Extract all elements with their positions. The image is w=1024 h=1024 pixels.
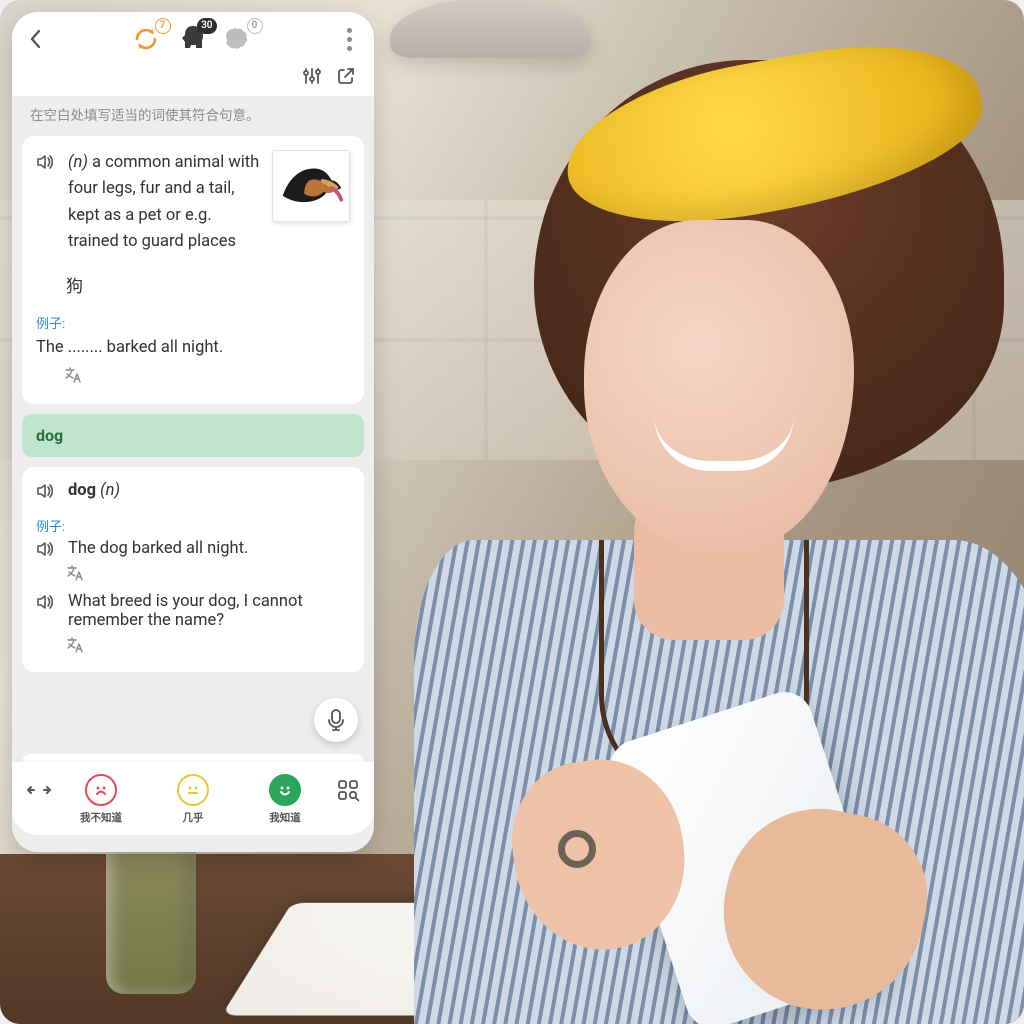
app-header: 7 30 0 [12,12,374,66]
definition: a common animal with four legs, fur and … [68,153,259,251]
mic-area [12,672,374,752]
word-heading: dog (n) [68,481,120,500]
back-button[interactable] [28,29,42,49]
microphone-button[interactable] [314,698,358,742]
part-of-speech: (n) [100,481,120,500]
rating-footer: 我不知道 几乎 我知道 [12,762,374,835]
rate-dont-know[interactable]: 我不知道 [72,774,130,825]
question-card: (n) a common animal with four legs, fur … [22,136,364,404]
grid-search-icon[interactable] [336,778,360,802]
settings-sliders-icon[interactable] [302,66,322,86]
rate-label: 几乎 [183,810,204,825]
sub-toolbar [12,66,374,96]
person-with-phone [344,70,1024,970]
instruction-text: 在空白处填写适当的词使其符合句意。 [12,96,374,136]
refresh-badge: 7 [155,18,171,34]
definition-text: (n) a common animal with four legs, fur … [68,150,260,256]
swap-arrows-icon[interactable] [26,782,52,798]
translate-icon[interactable] [66,636,350,654]
word: dog [68,481,96,500]
example-2: What breed is your dog, I cannot remembe… [68,592,350,630]
sad-face-icon [85,774,117,806]
card-peek [22,754,364,762]
rate-label: 我不知道 [80,810,122,825]
brain-stat[interactable]: 0 [221,22,255,56]
ceiling-lamp [385,0,595,80]
rate-almost[interactable]: 几乎 [164,774,222,825]
happy-face-icon [269,774,301,806]
app-screen: 7 30 0 在空白处填写适当的词使其符合句意。 (n [12,12,374,852]
answer-word: dog [36,426,63,445]
header-stats: 7 30 0 [129,22,255,56]
refresh-stat[interactable]: 7 [129,22,163,56]
open-external-icon[interactable] [336,66,356,86]
head-badge: 30 [197,18,216,34]
neutral-face-icon [177,774,209,806]
example-label: 例子: [36,516,350,535]
example-label: 例子: [36,313,350,332]
example-sentence: The ........ barked all night. [36,336,350,361]
rate-label: 我知道 [269,810,301,825]
audio-icon[interactable] [36,482,56,500]
audio-icon[interactable] [36,540,56,558]
translation-cn: 狗 [66,272,350,297]
audio-icon[interactable] [36,593,56,611]
details-card: dog (n) 例子: The dog barked all night. Wh… [22,467,364,672]
example-1: The dog barked all night. [68,539,248,558]
brain-badge: 0 [247,18,263,34]
head-stat[interactable]: 30 [175,22,209,56]
audio-icon[interactable] [36,153,56,256]
translate-icon[interactable] [66,564,350,582]
word-image [272,150,350,222]
part-of-speech: (n) [68,153,88,172]
rate-know[interactable]: 我知道 [256,774,314,825]
answer-bar: dog [22,414,364,457]
more-menu-button[interactable] [341,24,358,55]
translate-icon[interactable] [64,366,82,384]
